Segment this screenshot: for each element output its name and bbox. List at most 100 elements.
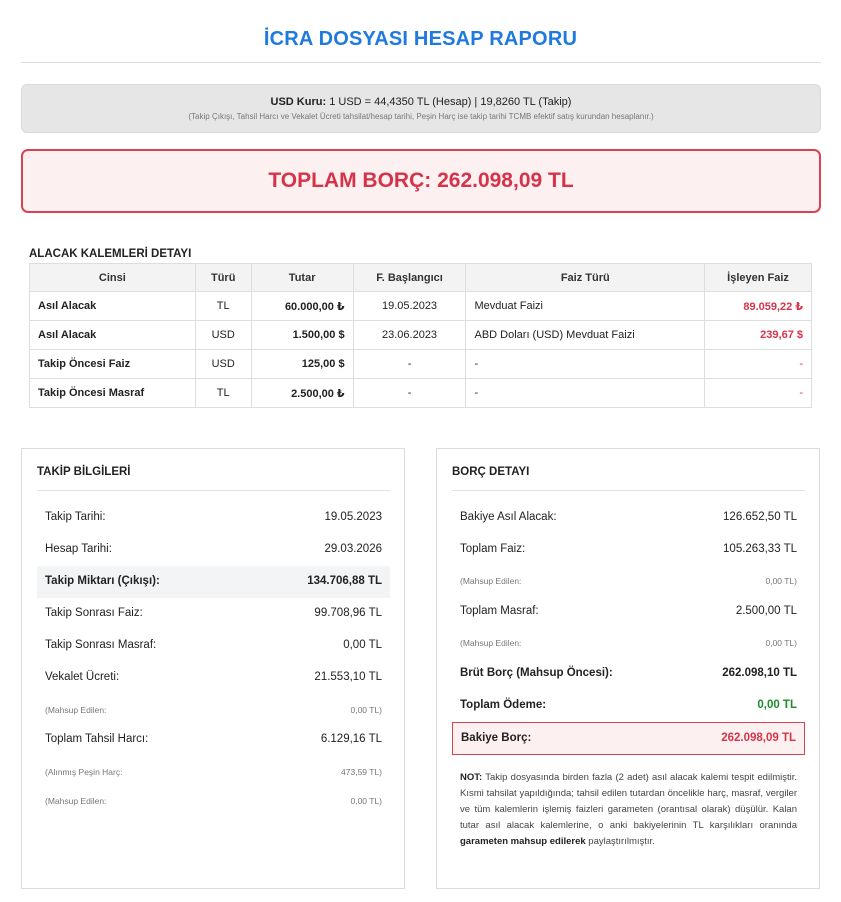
borc-row: Brüt Borç (Mahsup Öncesi): 262.098,10 TL: [452, 658, 805, 690]
cell-start: 23.06.2023: [352, 320, 467, 350]
cell-interest-type: -: [465, 349, 706, 379]
col-header-turu: Türü: [194, 263, 252, 292]
takip-info-panel: TAKİP BİLGİLERİ Takip Tarihi: 19.05.2023…: [21, 448, 405, 889]
table-row: Takip Öncesi Masraf TL 2.500,00 ₺ - - -: [29, 378, 812, 408]
row-value: 6.129,16 TL: [320, 733, 382, 745]
borc-row: Toplam Faiz: 105.263,33 TL: [452, 534, 805, 566]
row-label: (Mahsup Edilen:: [460, 638, 522, 648]
cell-type: TL: [194, 291, 252, 321]
title-divider: [21, 62, 821, 63]
takip-row: Toplam Tahsil Harcı: 6.129,16 TL: [37, 724, 390, 756]
row-value: 262.098,09 TL: [721, 732, 796, 744]
row-label: Takip Sonrası Masraf:: [45, 639, 157, 651]
row-value: 19.05.2023: [324, 511, 382, 523]
cell-name: Takip Öncesi Masraf: [29, 378, 196, 408]
borc-row: Toplam Ödeme: 0,00 TL: [452, 690, 805, 722]
col-header-tutar: Tutar: [250, 263, 354, 292]
row-label: (Mahsup Edilen:: [45, 796, 107, 806]
exchange-rate-box: USD Kuru: 1 USD = 44,4350 TL (Hesap) | 1…: [21, 84, 821, 133]
row-value: 0,00 TL): [765, 576, 797, 586]
exchange-rate-line: USD Kuru: 1 USD = 44,4350 TL (Hesap) | 1…: [22, 96, 820, 108]
row-value: 99.708,96 TL: [314, 607, 382, 619]
cell-interest: 89.059,22 ₺: [704, 291, 812, 321]
row-label: Toplam Faiz:: [460, 543, 526, 555]
note-end-text: paylaştırılmıştır.: [585, 836, 655, 847]
balance-debt-row: Bakiye Borç: 262.098,09 TL: [452, 722, 805, 755]
cell-amount: 60.000,00 ₺: [250, 291, 354, 321]
cell-type: TL: [194, 378, 252, 408]
cell-name: Asıl Alacak: [29, 291, 196, 321]
row-value: 0,00 TL: [343, 639, 382, 651]
borc-row: Bakiye Asıl Alacak: 126.652,50 TL: [452, 502, 805, 534]
cell-start: 19.05.2023: [352, 291, 467, 321]
row-label: Toplam Tahsil Harcı:: [45, 733, 149, 745]
panel-divider: [452, 490, 805, 491]
cell-type: USD: [194, 349, 252, 379]
takip-row: Takip Sonrası Faiz: 99.708,96 TL: [37, 598, 390, 630]
row-value: 105.263,33 TL: [723, 543, 797, 555]
total-debt-box: TOPLAM BORÇ: 262.098,09 TL: [21, 149, 821, 213]
row-label: Takip Miktarı (Çıkışı):: [45, 575, 160, 587]
items-header-row: Cinsi Türü Tutar F. Başlangıcı Faiz Türü…: [29, 263, 812, 292]
takip-row: (Alınmış Peşin Harç: 473,59 TL): [37, 758, 390, 787]
row-value: 0,00 TL): [350, 796, 382, 806]
items-table: Cinsi Türü Tutar F. Başlangıcı Faiz Türü…: [29, 263, 812, 408]
row-value: 0,00 TL): [765, 638, 797, 648]
takip-row: Takip Tarihi: 19.05.2023: [37, 502, 390, 534]
cell-amount: 125,00 $: [250, 349, 354, 379]
row-label: Takip Sonrası Faiz:: [45, 607, 143, 619]
total-debt-text: TOPLAM BORÇ: 262.098,09 TL: [268, 169, 574, 192]
table-row: Takip Öncesi Faiz USD 125,00 $ - - -: [29, 349, 812, 379]
row-label: Brüt Borç (Mahsup Öncesi):: [460, 667, 613, 679]
row-label: Toplam Ödeme:: [460, 699, 547, 711]
borc-row: (Mahsup Edilen: 0,00 TL): [452, 629, 805, 658]
exchange-rate-note: (Takip Çıkışı, Tahsil Harcı ve Vekalet Ü…: [188, 112, 654, 121]
takip-row: Hesap Tarihi: 29.03.2026: [37, 534, 390, 566]
takip-row: Takip Sonrası Masraf: 0,00 TL: [37, 630, 390, 662]
row-value: 134.706,88 TL: [307, 575, 382, 587]
cell-amount: 1.500,00 $: [250, 320, 354, 350]
row-label: Hesap Tarihi:: [45, 543, 112, 555]
cell-start: -: [352, 378, 467, 408]
takip-row: (Mahsup Edilen: 0,00 TL): [37, 696, 390, 725]
row-value: 29.03.2026: [324, 543, 382, 555]
note-text: Takip dosyasında birden fazla (2 adet) a…: [460, 772, 797, 831]
col-header-cinsi: Cinsi: [29, 263, 196, 292]
cell-type: USD: [194, 320, 252, 350]
cell-interest: -: [704, 349, 812, 379]
row-value: 2.500,00 TL: [735, 605, 797, 617]
takip-row: Vekalet Ücreti: 21.553,10 TL: [37, 662, 390, 694]
note-bold-text: garameten mahsup edilerek: [460, 836, 586, 847]
borc-row: (Mahsup Edilen: 0,00 TL): [452, 567, 805, 596]
row-value: 0,00 TL): [350, 705, 382, 715]
cell-amount: 2.500,00 ₺: [250, 378, 354, 408]
row-label: Takip Tarihi:: [45, 511, 106, 523]
row-value: 0,00 TL: [757, 699, 797, 711]
row-value: 21.553,10 TL: [314, 671, 382, 683]
items-section-title: ALACAK KALEMLERİ DETAYI: [29, 248, 192, 260]
borc-row: Toplam Masraf: 2.500,00 TL: [452, 596, 805, 628]
cell-name: Asıl Alacak: [29, 320, 196, 350]
row-label: Bakiye Borç:: [461, 732, 532, 744]
cell-start: -: [352, 349, 467, 379]
row-label: (Alınmış Peşin Harç:: [45, 767, 123, 777]
col-header-faiz-turu: Faiz Türü: [465, 263, 706, 292]
cell-interest-type: ABD Doları (USD) Mevduat Faizi: [465, 320, 706, 350]
note-label: NOT:: [460, 772, 483, 783]
cell-name: Takip Öncesi Faiz: [29, 349, 196, 379]
row-label: (Mahsup Edilen:: [45, 705, 107, 715]
row-value: 473,59 TL): [341, 767, 382, 777]
exchange-rate-text: 1 USD = 44,4350 TL (Hesap) | 19,8260 TL …: [326, 96, 572, 108]
col-header-baslangic: F. Başlangıcı: [352, 263, 467, 292]
row-label: Bakiye Asıl Alacak:: [460, 511, 557, 523]
allocation-note: NOT: Takip dosyasında birden fazla (2 ad…: [460, 770, 797, 850]
cell-interest-type: -: [465, 378, 706, 408]
row-label: Toplam Masraf:: [460, 605, 539, 617]
cell-interest: 239,67 $: [704, 320, 812, 350]
takip-row: Takip Miktarı (Çıkışı): 134.706,88 TL: [37, 566, 390, 598]
col-header-isleyen-faiz: İşleyen Faiz: [704, 263, 812, 292]
takip-panel-title: TAKİP BİLGİLERİ: [37, 466, 131, 478]
borc-panel-title: BORÇ DETAYI: [452, 466, 530, 478]
exchange-rate-label: USD Kuru:: [270, 96, 327, 108]
borc-detail-panel: BORÇ DETAYI Bakiye Asıl Alacak: 126.652,…: [436, 448, 820, 889]
